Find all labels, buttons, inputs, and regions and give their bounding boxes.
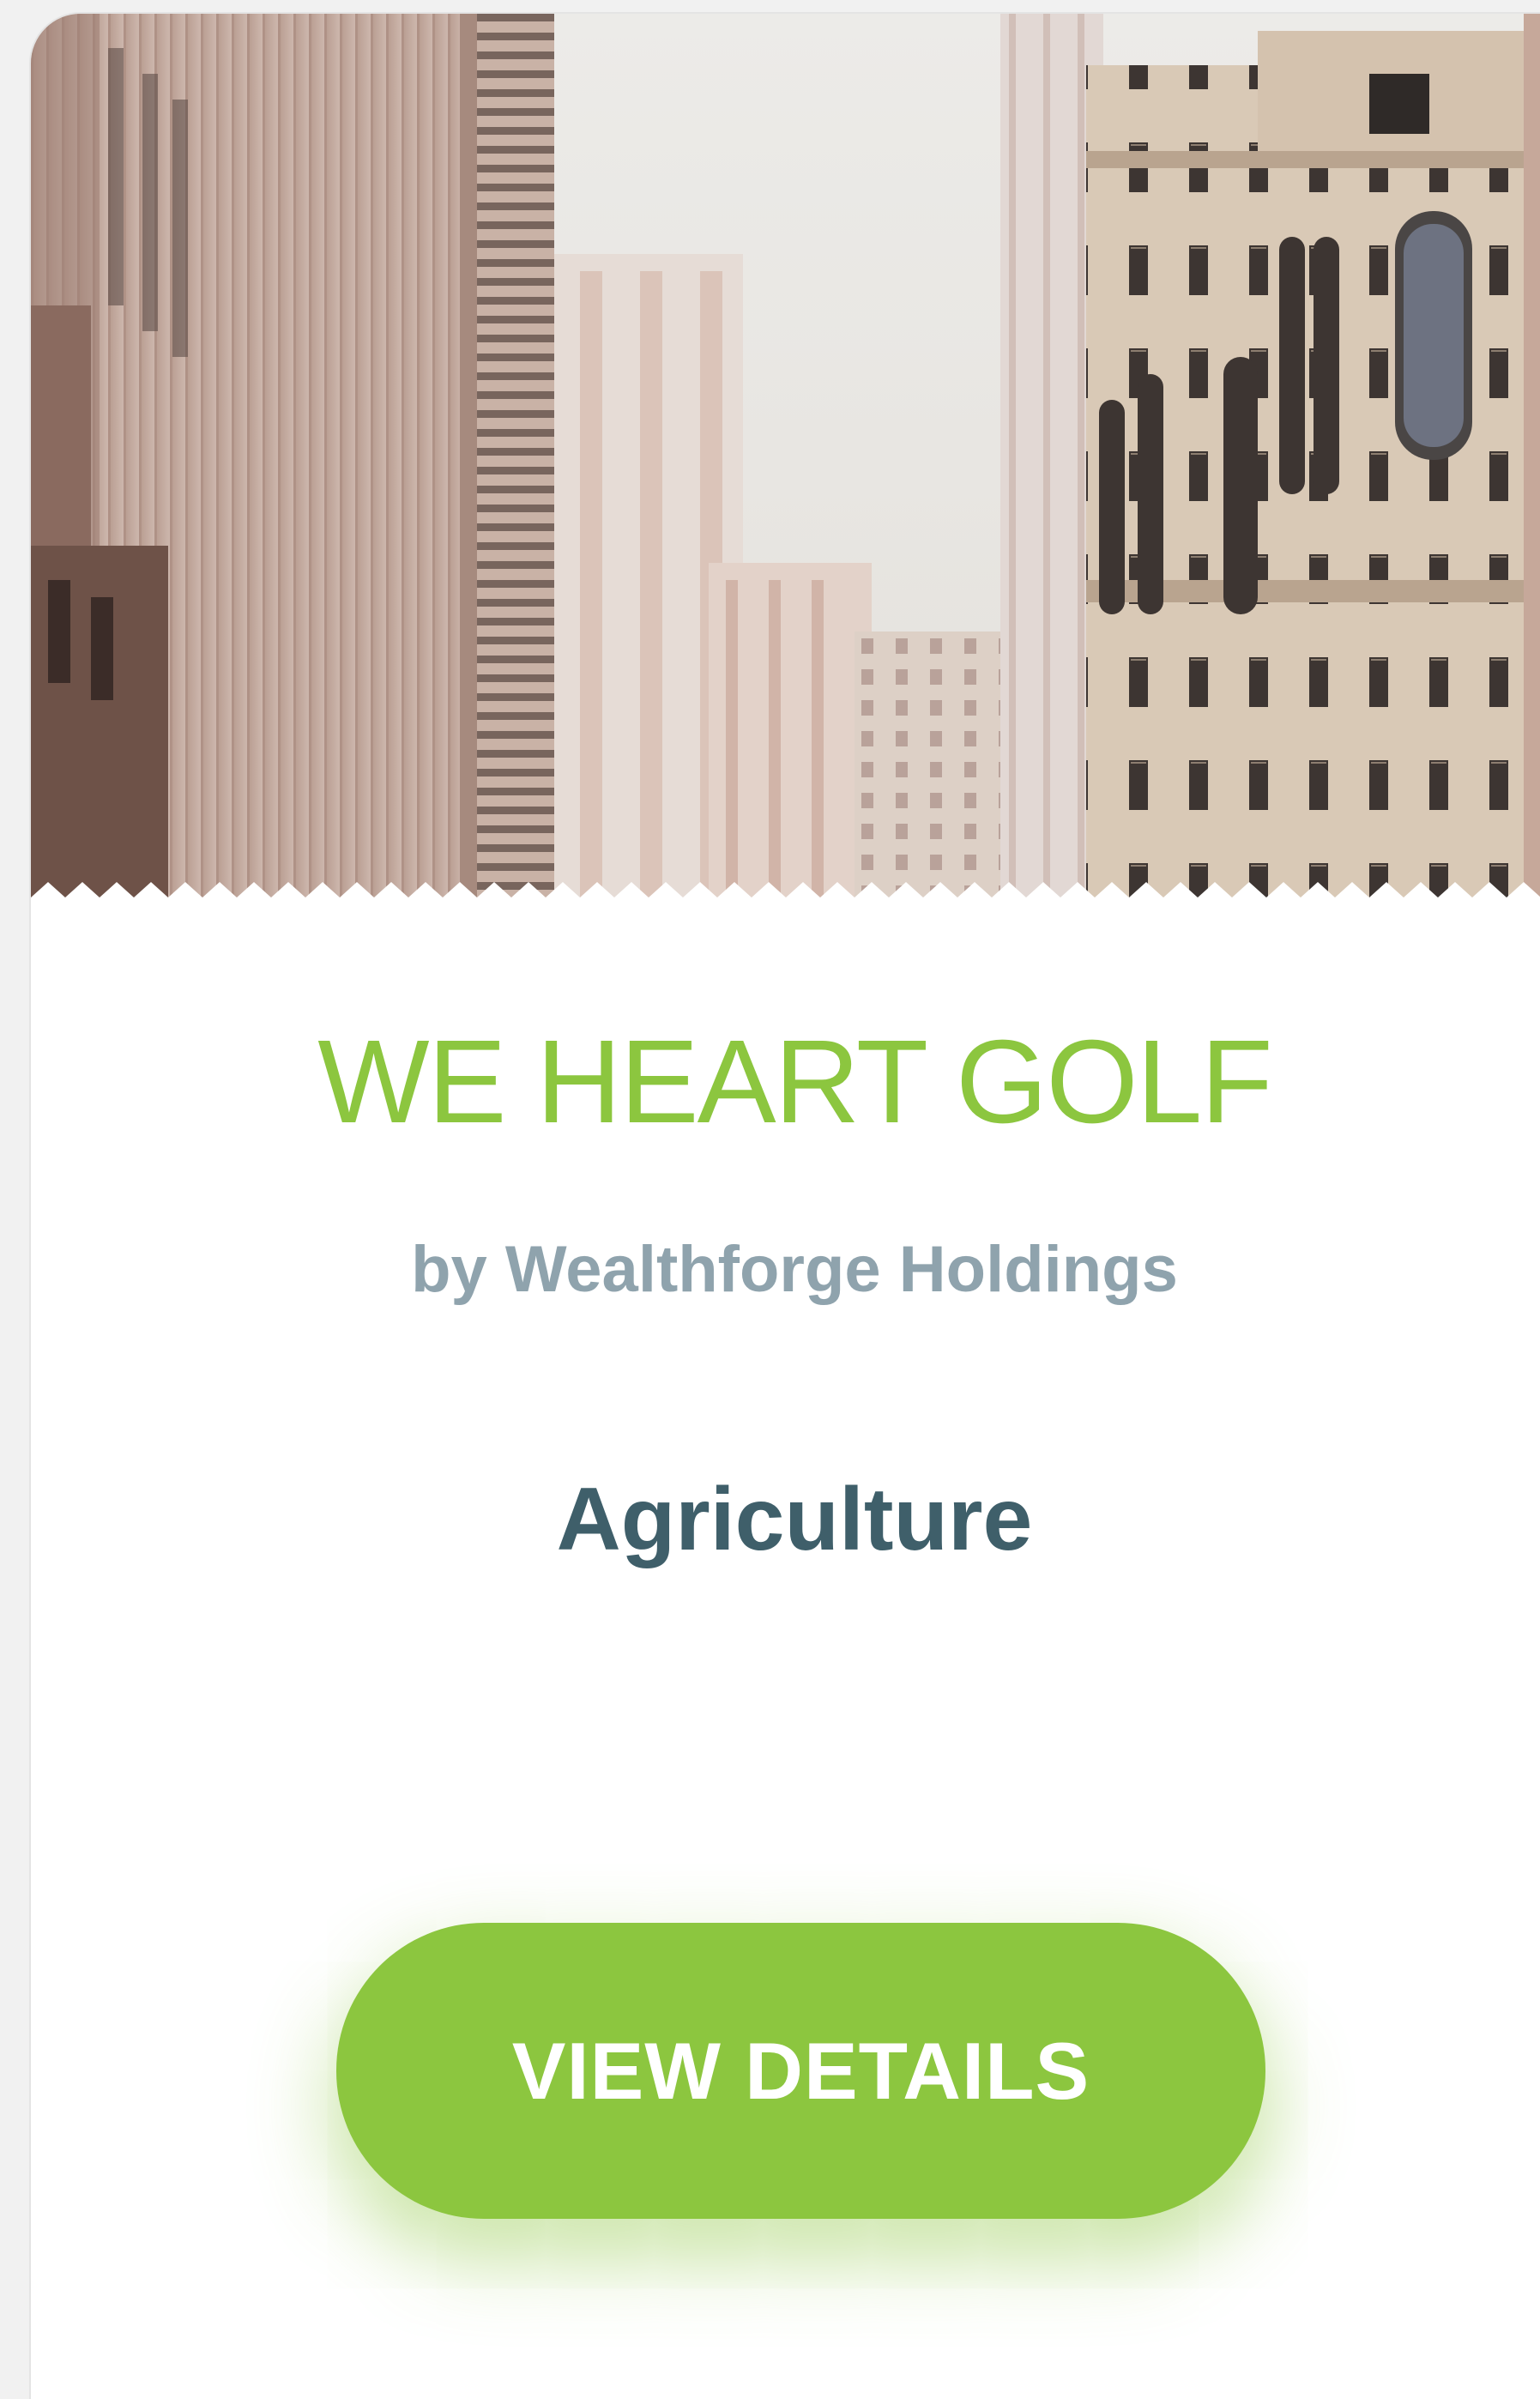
offering-category: Agriculture <box>556 1470 1033 1569</box>
view-details-button[interactable]: VIEW DETAILS <box>336 1923 1265 2219</box>
city-buildings-photo <box>31 14 1540 904</box>
offering-card: WE HEART GOLF by Wealthforge Holdings Ag… <box>31 14 1540 2399</box>
offering-title: WE HEART GOLF <box>317 1016 1272 1148</box>
offering-issuer: by Wealthforge Holdings <box>411 1233 1178 1306</box>
